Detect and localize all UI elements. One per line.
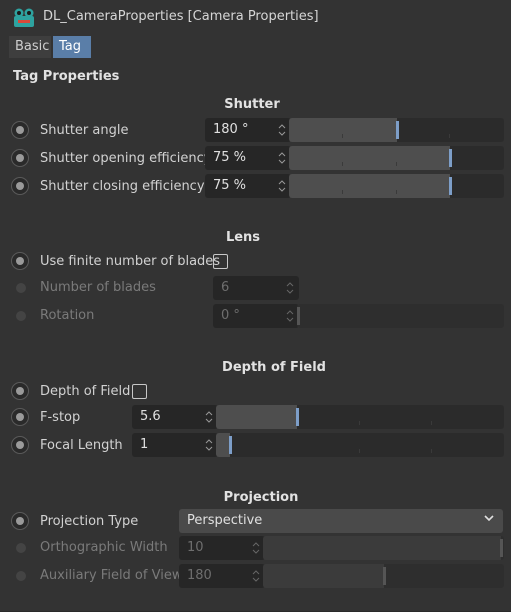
shutter-closing-slider[interactable] [289, 174, 504, 198]
projection-type-dropdown[interactable]: Perspective [179, 509, 503, 533]
use-finite-blades-checkbox[interactable] [213, 254, 228, 269]
stepper-icon [285, 280, 295, 296]
use-finite-blades-label: Use finite number of blades [40, 254, 221, 269]
slider-fill [216, 405, 297, 429]
camera-tag-icon [12, 7, 36, 29]
group-title-projection: Projection [223, 490, 299, 505]
slider-fill [263, 536, 501, 560]
shutter-opening-label: Shutter opening efficiency [40, 151, 212, 166]
chevron-down-icon [483, 512, 495, 524]
auxiliary-fov-label: Auxiliary Field of View [40, 568, 183, 583]
orthographic-width-slider [263, 536, 504, 560]
shutter-angle-slider[interactable] [289, 118, 504, 142]
shutter-closing-label: Shutter closing efficiency [40, 179, 205, 194]
tab-tag[interactable]: Tag [53, 36, 91, 58]
auxiliary-fov-field: 180 [179, 564, 265, 588]
animation-toggle[interactable] [11, 121, 29, 139]
focal-length-slider[interactable] [216, 433, 504, 457]
animation-toggle[interactable] [11, 512, 29, 530]
slider-handle [297, 307, 300, 325]
animation-toggle[interactable] [11, 177, 29, 195]
projection-type-label: Projection Type [40, 514, 139, 529]
stepper-icon [251, 540, 261, 556]
slider-fill [263, 564, 384, 588]
shutter-closing-field[interactable]: 75 % [205, 174, 291, 198]
animation-toggle[interactable] [11, 382, 29, 400]
section-title: Tag Properties [13, 69, 120, 84]
stepper-icon[interactable] [277, 150, 287, 166]
slider-handle[interactable] [396, 121, 399, 139]
tab-basic[interactable]: Basic [9, 36, 51, 58]
stepper-icon [285, 308, 295, 324]
slider-handle[interactable] [296, 408, 299, 426]
number-of-blades-label: Number of blades [40, 280, 156, 295]
rotation-slider [297, 304, 504, 328]
f-stop-label: F-stop [40, 410, 81, 425]
f-stop-slider[interactable] [216, 405, 504, 429]
shutter-angle-field[interactable]: 180 ° [205, 118, 291, 142]
focal-length-label: Focal Length [40, 438, 123, 453]
slider-fill [289, 174, 450, 198]
animation-toggle [16, 283, 26, 293]
animation-toggle [16, 571, 26, 581]
f-stop-field[interactable]: 5.6 [132, 405, 218, 429]
number-of-blades-field: 6 [213, 276, 299, 300]
stepper-icon[interactable] [277, 178, 287, 194]
orthographic-width-label: Orthographic Width [40, 540, 168, 555]
stepper-icon[interactable] [204, 437, 214, 453]
animation-toggle [16, 543, 26, 553]
group-title-shutter: Shutter [224, 97, 280, 112]
auxiliary-fov-slider [263, 564, 504, 588]
stepper-icon[interactable] [204, 409, 214, 425]
slider-handle[interactable] [449, 149, 452, 167]
slider-fill [289, 146, 450, 170]
shutter-angle-label: Shutter angle [40, 123, 129, 138]
depth-of-field-label: Depth of Field [40, 384, 131, 399]
group-title-lens: Lens [225, 230, 261, 245]
animation-toggle[interactable] [11, 408, 29, 426]
stepper-icon[interactable] [277, 122, 287, 138]
slider-fill [216, 433, 230, 457]
window-title: DL_CameraProperties [Camera Properties] [43, 9, 319, 24]
rotation-field: 0 ° [213, 304, 299, 328]
depth-of-field-checkbox[interactable] [132, 384, 147, 399]
focal-length-field[interactable]: 1 [132, 433, 218, 457]
shutter-opening-slider[interactable] [289, 146, 504, 170]
animation-toggle [16, 311, 26, 321]
slider-handle[interactable] [449, 177, 452, 195]
stepper-icon [251, 568, 261, 584]
animation-toggle[interactable] [11, 252, 29, 270]
animation-toggle[interactable] [11, 436, 29, 454]
shutter-opening-field[interactable]: 75 % [205, 146, 291, 170]
slider-handle [383, 567, 386, 585]
slider-handle [500, 539, 503, 557]
slider-fill [289, 118, 397, 142]
slider-handle[interactable] [229, 436, 232, 454]
group-title-dof: Depth of Field [222, 360, 326, 375]
rotation-label: Rotation [40, 308, 95, 323]
animation-toggle[interactable] [11, 149, 29, 167]
title-bar: DL_CameraProperties [Camera Properties] [0, 0, 511, 34]
orthographic-width-field: 10 [179, 536, 265, 560]
